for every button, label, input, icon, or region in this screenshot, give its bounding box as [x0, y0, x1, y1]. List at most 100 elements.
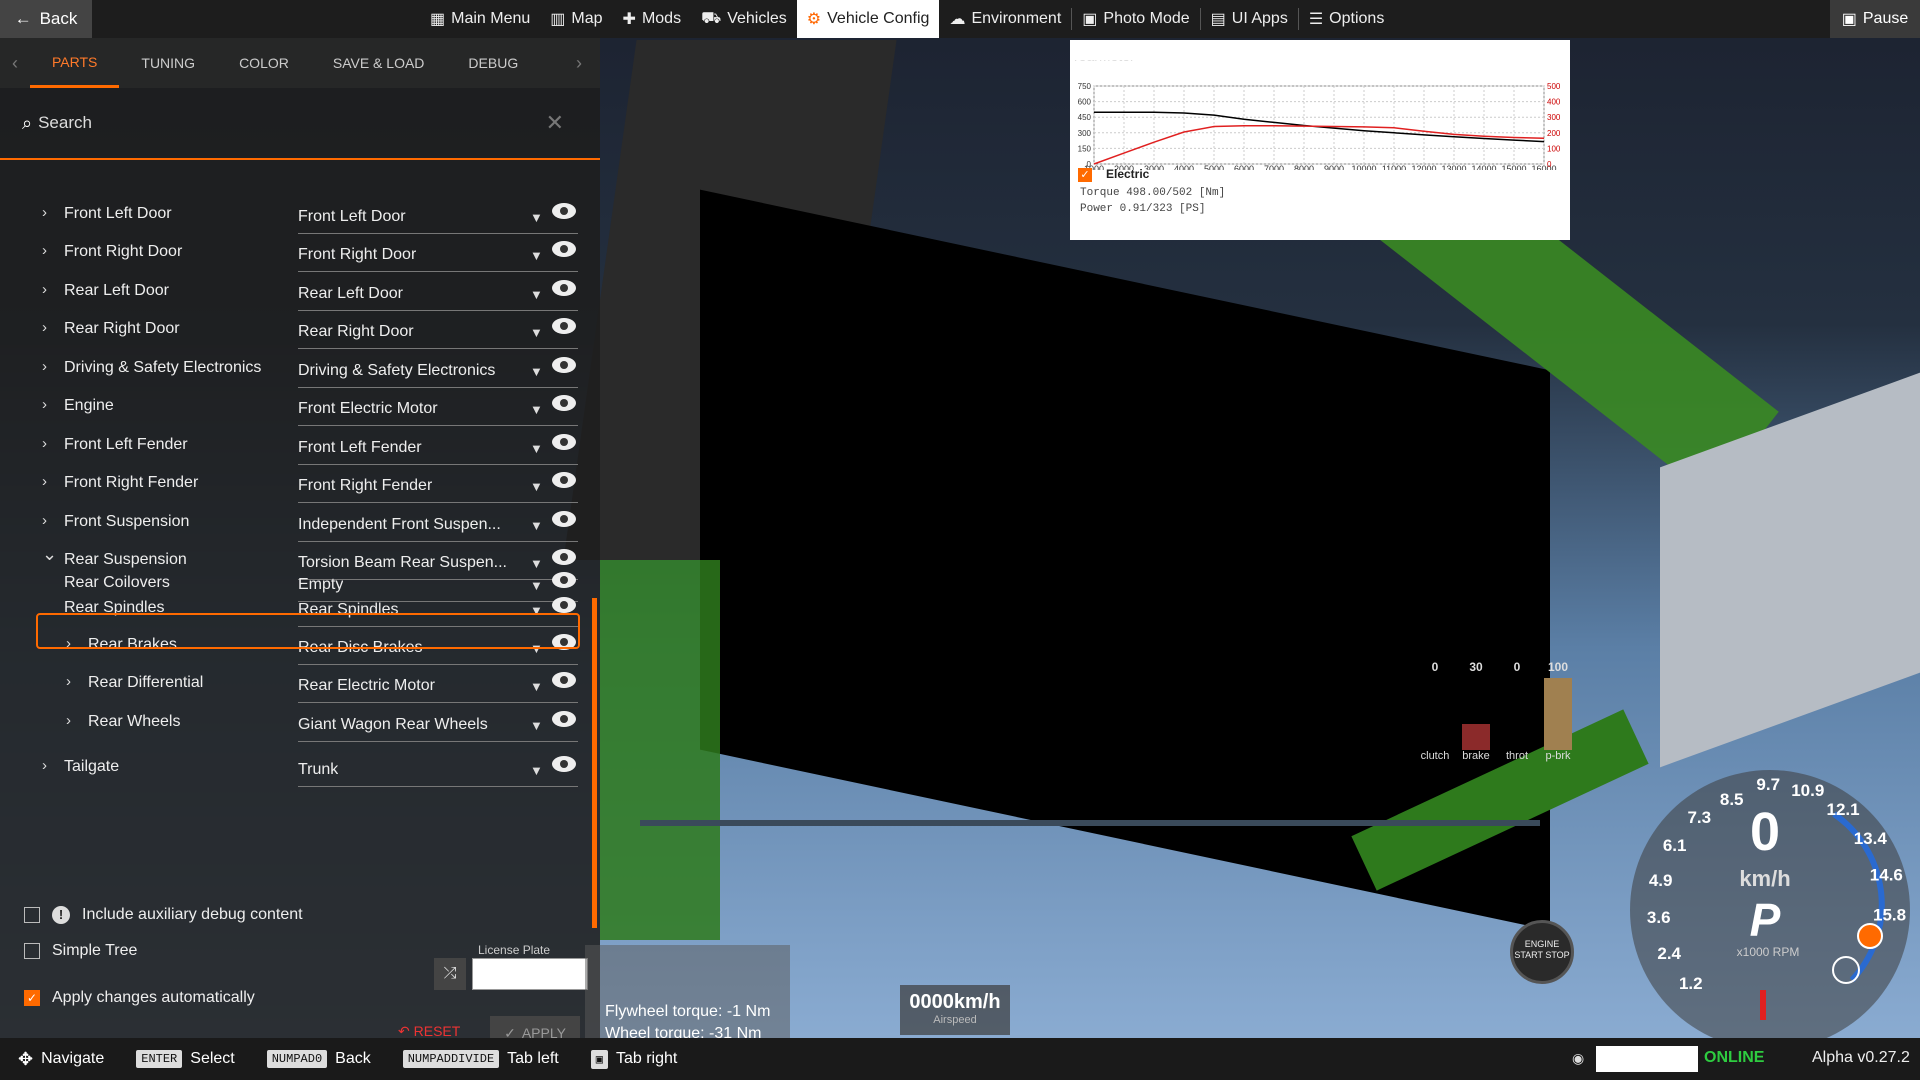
apply-auto-option[interactable]: ✓ Apply changes automatically — [24, 989, 255, 1007]
scrollbar[interactable] — [592, 598, 597, 928]
nav-vehicles[interactable]: ⛟ Vehicles — [691, 0, 797, 38]
nav-options[interactable]: ☰ Options — [1299, 0, 1394, 38]
chevron-right-icon[interactable]: › — [42, 358, 47, 375]
eye-icon[interactable] — [552, 549, 576, 565]
nav-environment[interactable]: ☁ Environment — [939, 0, 1071, 38]
pedal-clutch: 0 clutch — [1415, 660, 1455, 762]
chevron-right-icon[interactable]: › — [42, 281, 47, 298]
part-row-front-left-door[interactable]: › Front Left Door Front Left Door ▼ — [0, 198, 590, 238]
simple-tree-checkbox[interactable] — [24, 943, 40, 959]
part-row-front-right-fender[interactable]: › Front Right Fender Front Right Fender ▼ — [0, 467, 590, 507]
apply-auto-checkbox[interactable]: ✓ — [24, 990, 40, 1006]
eye-icon[interactable] — [552, 241, 576, 257]
debug-option[interactable]: ! Include auxiliary debug content — [24, 906, 303, 924]
eye-icon[interactable] — [552, 472, 576, 488]
part-row-engine[interactable]: › Engine Front Electric Motor ▼ — [0, 390, 590, 430]
chevron-down-icon[interactable]: ▼ — [530, 578, 543, 593]
part-row-tailgate[interactable]: › Tailgate Trunk ▼ — [0, 751, 590, 791]
part-row-rear-wheels[interactable]: › Rear Wheels Giant Wagon Rear Wheels ▼ — [0, 706, 590, 746]
chevron-down-icon[interactable]: ▼ — [530, 287, 543, 302]
part-row-rear-left-door[interactable]: › Rear Left Door Rear Left Door ▼ — [0, 275, 590, 315]
part-row-rear-differential[interactable]: › Rear Differential Rear Electric Motor ▼ — [0, 667, 590, 707]
debug-checkbox[interactable] — [24, 907, 40, 923]
chevron-down-icon[interactable]: ▼ — [530, 364, 543, 379]
tab-scroll-right-icon[interactable]: › — [564, 53, 594, 74]
eye-icon[interactable] — [552, 434, 576, 450]
rpm-tick-label: 13.4 — [1854, 829, 1888, 848]
back-button[interactable]: ← Back — [0, 0, 92, 38]
eye-icon[interactable] — [552, 280, 576, 296]
eye-icon[interactable] — [552, 395, 576, 411]
hint-label: Back — [335, 1050, 371, 1067]
eye-icon[interactable] — [552, 357, 576, 373]
chevron-right-icon[interactable]: › — [42, 204, 47, 221]
tab-color[interactable]: COLOR — [217, 38, 311, 88]
rpm-tick-label: 14.6 — [1870, 866, 1903, 885]
chevron-right-icon[interactable]: › — [66, 673, 71, 690]
part-row-front-left-fender[interactable]: › Front Left Fender Front Left Fender ▼ — [0, 429, 590, 469]
chevron-down-icon[interactable]: ▼ — [530, 763, 543, 778]
nav-photo-mode[interactable]: ▣ Photo Mode — [1072, 0, 1199, 38]
eye-icon[interactable] — [552, 572, 576, 588]
x-tick-label: 16000 — [1531, 164, 1556, 170]
part-row-front-suspension[interactable]: › Front Suspension Independent Front Suspe… — [0, 506, 590, 546]
simple-tree-option[interactable]: Simple Tree — [24, 942, 137, 960]
nav-ui-apps[interactable]: ▤ UI Apps — [1201, 0, 1298, 38]
part-name: Front Right Door — [64, 243, 183, 260]
version-label: Alpha v0.27.2 — [1812, 1049, 1910, 1066]
left-tick-label: 300 — [1078, 129, 1092, 138]
chevron-right-icon[interactable]: › — [42, 512, 47, 529]
hint-tab-left: NUMPADDIVIDE Tab left — [402, 1050, 559, 1068]
chevron-right-icon[interactable]: › — [42, 319, 47, 336]
chevron-right-icon[interactable]: › — [42, 435, 47, 452]
part-name: Front Left Fender — [64, 436, 188, 453]
search-bar[interactable]: ⌕ Search ✕ — [0, 88, 600, 160]
pedal-label: clutch — [1420, 750, 1450, 762]
chevron-down-icon[interactable]: ▼ — [530, 402, 543, 417]
engine-start-button[interactable]: ENGINE START STOP — [1510, 920, 1574, 984]
part-row-driving-safety-electronics[interactable]: › Driving & Safety Electronics Driving & S… — [0, 352, 590, 392]
chevron-right-icon[interactable]: › — [42, 473, 47, 490]
nav-map[interactable]: ▥ Map — [540, 0, 612, 38]
tab-debug[interactable]: DEBUG — [446, 38, 540, 88]
chevron-down-icon[interactable]: ⌄ — [42, 544, 57, 565]
airspeed-app: 0000km/h Airspeed — [900, 985, 1010, 1035]
license-plate-input[interactable] — [472, 958, 588, 990]
chevron-right-icon[interactable]: › — [42, 242, 47, 259]
pedal-bar-track — [1421, 678, 1449, 750]
chevron-down-icon[interactable]: ▼ — [530, 518, 543, 533]
chevron-down-icon[interactable]: ▼ — [530, 679, 543, 694]
eye-icon[interactable] — [552, 756, 576, 772]
part-row-rear-right-door[interactable]: › Rear Right Door Rear Right Door ▼ — [0, 313, 590, 353]
chevron-down-icon[interactable]: ▼ — [530, 325, 543, 340]
chevron-right-icon[interactable]: › — [66, 712, 71, 729]
nav-main-menu[interactable]: ▦ Main Menu — [420, 0, 540, 38]
tab-tuning[interactable]: TUNING — [119, 38, 217, 88]
chevron-down-icon[interactable]: ▼ — [530, 248, 543, 263]
tab-scroll-left-icon[interactable]: ‹ — [0, 53, 30, 74]
chevron-down-icon[interactable]: ▼ — [530, 718, 543, 733]
chevron-down-icon[interactable]: ▼ — [530, 210, 543, 225]
clear-search-icon[interactable]: ✕ — [546, 110, 564, 136]
shuffle-icon[interactable]: ⤮ — [434, 958, 466, 990]
nav-vehicle-config[interactable]: ⚙ Vehicle Config — [796, 0, 940, 38]
part-select-value: Front Left Fender — [298, 439, 422, 456]
right-tick-label: 400 — [1547, 98, 1561, 107]
eye-icon[interactable] — [552, 203, 576, 219]
chevron-right-icon[interactable]: › — [42, 396, 47, 413]
username-field — [1596, 1046, 1698, 1072]
chevron-down-icon[interactable]: ▼ — [530, 479, 543, 494]
chevron-right-icon[interactable]: › — [42, 757, 47, 774]
eye-icon[interactable] — [552, 318, 576, 334]
part-row-front-right-door[interactable]: › Front Right Door Front Right Door ▼ — [0, 236, 590, 276]
tab-parts[interactable]: PARTS — [30, 38, 120, 88]
chevron-down-icon[interactable]: ▼ — [530, 556, 543, 571]
eye-icon[interactable] — [552, 711, 576, 727]
chevron-down-icon[interactable]: ▼ — [530, 441, 543, 456]
nav-mods[interactable]: ✚ Mods — [613, 0, 692, 38]
eye-icon[interactable] — [552, 511, 576, 527]
eye-icon[interactable] — [552, 597, 576, 613]
pause-button[interactable]: ▣ Pause — [1830, 0, 1920, 38]
eye-icon[interactable] — [552, 672, 576, 688]
tab-save-load[interactable]: SAVE & LOAD — [311, 38, 447, 88]
